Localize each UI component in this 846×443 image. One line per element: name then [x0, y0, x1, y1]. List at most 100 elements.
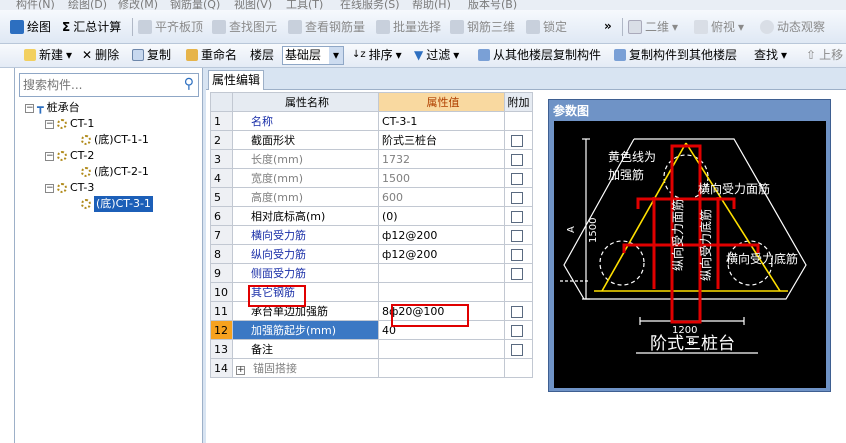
menu-view[interactable]: 视图(V) — [234, 0, 272, 10]
extra-checkbox[interactable] — [511, 191, 523, 204]
tree-leaf-ct3-1[interactable]: (底)CT-3-1 — [81, 196, 153, 212]
row-number[interactable]: 5 — [210, 187, 233, 207]
menu-online[interactable]: 在线服务(S) — [340, 0, 400, 10]
extra-checkbox[interactable] — [511, 210, 523, 223]
property-name-cell[interactable]: + 锚固搭接 — [232, 358, 379, 378]
row-number[interactable]: 2 — [210, 130, 233, 150]
table-row[interactable]: 5 高度(mm) 600 — [210, 187, 533, 207]
property-value-cell[interactable] — [378, 358, 505, 378]
rename-button[interactable]: 重命名 — [186, 46, 237, 64]
extra-checkbox[interactable] — [511, 305, 523, 318]
delete-button[interactable]: ✕ 删除 — [82, 46, 119, 64]
sort-button[interactable]: ↓z 排序 ▾ — [352, 46, 402, 64]
menu-help[interactable]: 帮助(H) — [412, 0, 451, 10]
draw-button[interactable]: 绘图 — [10, 18, 51, 36]
rebar-3d-button[interactable]: 钢筋三维 — [450, 18, 515, 36]
menu-component[interactable]: 构件(N) — [16, 0, 55, 10]
copy-from-floor-button[interactable]: 从其他楼层复制构件 — [478, 46, 601, 64]
batch-select-button[interactable]: 批量选择 — [376, 18, 441, 36]
property-value-cell[interactable] — [378, 282, 505, 302]
extra-checkbox[interactable] — [511, 343, 523, 356]
extra-checkbox[interactable] — [511, 134, 523, 147]
collapse-icon[interactable]: − — [25, 103, 34, 113]
row-number[interactable]: 3 — [210, 149, 233, 169]
row-number[interactable]: 4 — [210, 168, 233, 188]
property-name-cell[interactable]: 截面形状 — [232, 130, 379, 150]
row-number[interactable]: 11 — [210, 301, 233, 321]
table-row[interactable]: 3 长度(mm) 1732 — [210, 149, 533, 169]
row-number[interactable]: 8 — [210, 244, 233, 264]
menu-rebar[interactable]: 钢筋量(Q) — [170, 0, 220, 10]
new-button[interactable]: 新建 ▾ — [24, 46, 72, 64]
extra-checkbox[interactable] — [511, 267, 523, 280]
property-name-cell[interactable]: 加强筋起步(mm) — [232, 320, 379, 340]
filter-button[interactable]: ▼ 过滤 ▾ — [414, 46, 459, 64]
view-rebar-button[interactable]: 查看钢筋量 — [288, 18, 365, 36]
property-value-cell[interactable]: CT-3-1 — [378, 111, 505, 131]
table-row[interactable]: 13 备注 — [210, 339, 533, 359]
property-value-cell[interactable]: 1500 — [378, 168, 505, 188]
row-number[interactable]: 12 — [210, 320, 233, 340]
row-number[interactable]: 9 — [210, 263, 233, 283]
table-row[interactable]: 4 宽度(mm) 1500 — [210, 168, 533, 188]
extra-checkbox[interactable] — [511, 248, 523, 261]
extra-checkbox[interactable] — [511, 324, 523, 337]
tree-node-ct2[interactable]: − CT-2 — [45, 148, 94, 164]
summary-button[interactable]: Σ 汇总计算 — [62, 18, 121, 36]
menu-draw[interactable]: 绘图(D) — [68, 0, 107, 10]
tree-root[interactable]: − ┳ 桩承台 — [25, 100, 80, 116]
row-number[interactable]: 10 — [210, 282, 233, 302]
view-2d-select[interactable]: 二维 ▾ — [628, 18, 678, 36]
menu-version[interactable]: 版本号(B) — [468, 0, 517, 10]
menu-tools[interactable]: 工具(T) — [286, 0, 323, 10]
row-number[interactable]: 13 — [210, 339, 233, 359]
property-name-cell[interactable]: 名称 — [232, 111, 379, 131]
table-row[interactable]: 7 横向受力筋 ф12@200 — [210, 225, 533, 245]
tree-leaf-ct1-1[interactable]: (底)CT-1-1 — [81, 132, 149, 148]
property-value-cell[interactable] — [378, 339, 505, 359]
row-number[interactable]: 14 — [210, 358, 233, 378]
row-number[interactable]: 7 — [210, 225, 233, 245]
collapsed-pane[interactable] — [0, 68, 15, 443]
collapse-icon[interactable]: − — [45, 151, 54, 161]
flush-button[interactable]: 平齐板顶 — [138, 18, 203, 36]
copy-button[interactable]: 复制 — [132, 46, 171, 64]
tab-property-edit[interactable]: 属性编辑 — [208, 70, 264, 90]
copy-to-floor-button[interactable]: 复制构件到其他楼层 — [614, 46, 737, 64]
menu-modify[interactable]: 修改(M) — [118, 0, 158, 10]
tree-leaf-ct2-1[interactable]: (底)CT-2-1 — [81, 164, 149, 180]
property-name-cell[interactable]: 横向受力筋 — [232, 225, 379, 245]
property-name-cell[interactable]: 相对底标高(m) — [232, 206, 379, 226]
extra-checkbox[interactable] — [511, 229, 523, 242]
tree-node-ct3[interactable]: − CT-3 — [45, 180, 94, 196]
lock-button[interactable]: 锁定 — [526, 18, 567, 36]
property-name-cell[interactable]: 备注 — [232, 339, 379, 359]
table-row[interactable]: 6 相对底标高(m) (0) — [210, 206, 533, 226]
table-row[interactable]: 12 加强筋起步(mm) 40 — [210, 320, 533, 340]
find-element-button[interactable]: 查找图元 — [212, 18, 277, 36]
property-name-cell[interactable]: 长度(mm) — [232, 149, 379, 169]
property-value-cell[interactable]: ф12@200 — [378, 244, 505, 264]
view-top-select[interactable]: 俯视 ▾ — [694, 18, 744, 36]
dynamic-view-button[interactable]: 动态观察 — [760, 18, 825, 36]
property-value-cell[interactable]: 600 — [378, 187, 505, 207]
table-row[interactable]: 2 截面形状 阶式三桩台 — [210, 130, 533, 150]
move-up-button[interactable]: ⇧ 上移 — [806, 46, 843, 64]
find-button[interactable]: 查找 ▾ — [754, 46, 787, 64]
row-number[interactable]: 1 — [210, 111, 233, 131]
property-value-cell[interactable] — [378, 263, 505, 283]
table-row[interactable]: 14 + 锚固搭接 — [210, 358, 533, 378]
expand-icon[interactable]: + — [236, 366, 245, 375]
property-value-cell[interactable]: 阶式三桩台 — [378, 130, 505, 150]
header-extra[interactable]: 附加 — [504, 92, 533, 112]
extra-checkbox[interactable] — [511, 153, 523, 166]
property-name-cell[interactable]: 侧面受力筋 — [232, 263, 379, 283]
floor-select[interactable]: 基础层 ▾ — [282, 46, 344, 65]
header-name[interactable]: 属性名称 — [232, 92, 379, 112]
table-row[interactable]: 9 侧面受力筋 — [210, 263, 533, 283]
property-value-cell[interactable]: (0) — [378, 206, 505, 226]
table-row[interactable]: 8 纵向受力筋 ф12@200 — [210, 244, 533, 264]
property-value-cell[interactable]: 1732 — [378, 149, 505, 169]
more-chevron-icon[interactable]: » — [604, 19, 612, 33]
property-name-cell[interactable]: 高度(mm) — [232, 187, 379, 207]
